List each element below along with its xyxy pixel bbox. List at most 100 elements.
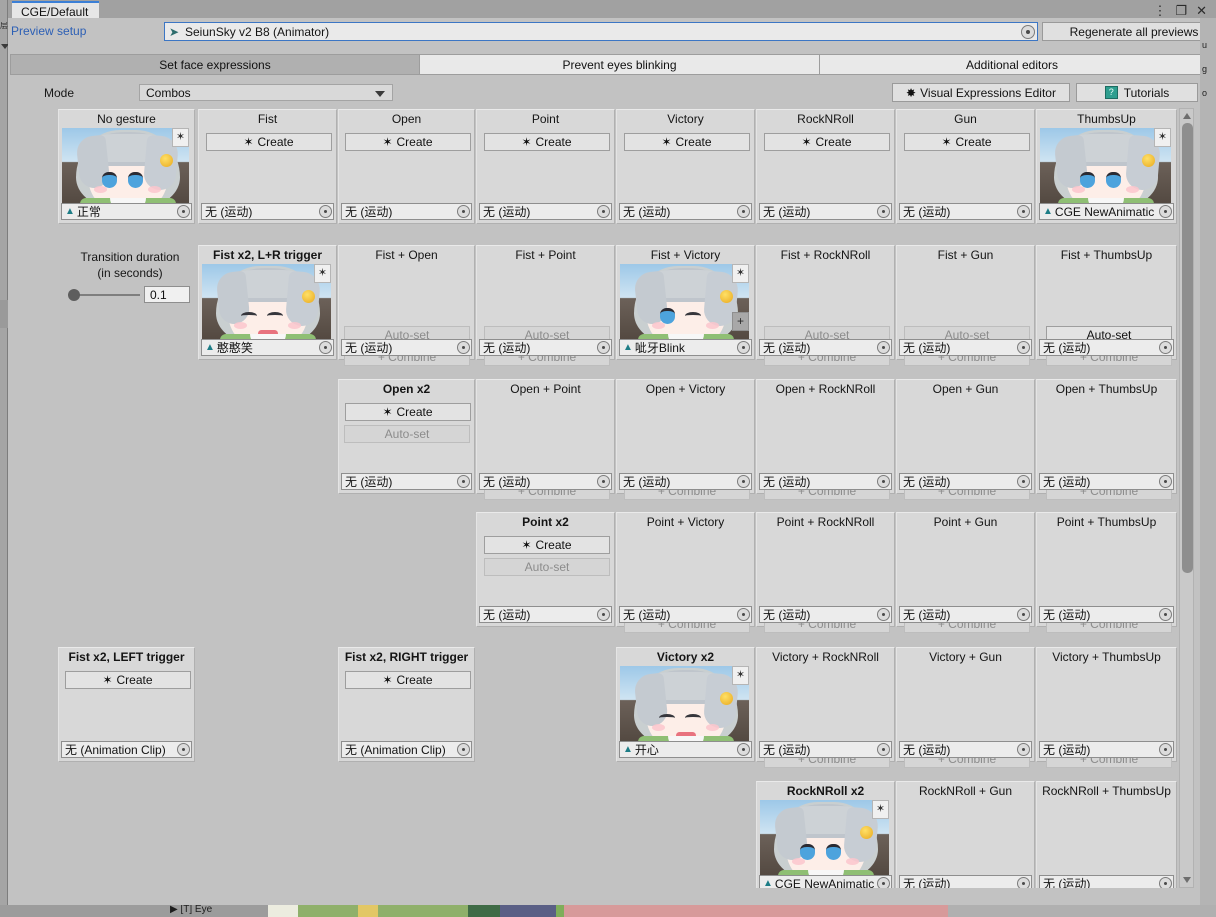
animation-clip-slot[interactable]: 无 (运动) [899, 203, 1032, 220]
object-picker-icon[interactable] [877, 205, 890, 218]
object-picker-icon[interactable] [1159, 341, 1172, 354]
animation-clip-slot[interactable]: 无 (运动) [759, 606, 892, 623]
object-picker-icon[interactable] [1017, 475, 1030, 488]
object-picker-icon[interactable] [737, 341, 750, 354]
window-menu-icon[interactable]: ⋮ [1153, 4, 1166, 17]
object-picker-icon[interactable] [1021, 25, 1035, 39]
create-button[interactable]: ✶Create [345, 133, 471, 151]
animation-clip-slot[interactable]: 无 (运动) [619, 473, 752, 490]
object-picker-icon[interactable] [319, 205, 332, 218]
animation-clip-slot[interactable]: 无 (运动) [479, 203, 612, 220]
animation-clip-slot[interactable]: 无 (运动) [479, 473, 612, 490]
animation-clip-slot[interactable]: 无 (运动) [341, 473, 472, 490]
animation-clip-slot[interactable]: 无 (运动) [619, 203, 752, 220]
animation-clip-slot[interactable]: 无 (运动) [619, 606, 752, 623]
animation-clip-slot[interactable]: 无 (运动) [201, 203, 334, 220]
auto-set-button[interactable]: Auto-set [484, 558, 610, 576]
animation-clip-slot[interactable]: 无 (运动) [1039, 473, 1174, 490]
animation-clip-slot[interactable]: 无 (运动) [759, 339, 892, 356]
crosshair-icon[interactable]: ✶ [872, 800, 889, 819]
object-picker-icon[interactable] [737, 205, 750, 218]
animation-clip-slot[interactable]: 无 (运动) [479, 339, 612, 356]
object-picker-icon[interactable] [177, 205, 190, 218]
create-button[interactable]: ✶Create [764, 133, 890, 151]
tab-set-face-expressions[interactable]: Set face expressions [10, 54, 420, 75]
preview-animator-field[interactable]: ➤ SeiunSky v2 B8 (Animator) [164, 22, 1038, 41]
animation-clip-slot[interactable]: 无 (运动) [1039, 741, 1174, 758]
mode-dropdown[interactable]: Combos [139, 84, 393, 101]
animation-clip-slot[interactable]: ▲CGE NewAnimatic [1039, 203, 1174, 220]
object-picker-icon[interactable] [597, 205, 610, 218]
animation-clip-slot[interactable]: ▲CGE NewAnimatic [759, 875, 892, 888]
scrollbar-thumb[interactable] [1182, 123, 1193, 573]
object-picker-icon[interactable] [1017, 341, 1030, 354]
crosshair-icon[interactable]: ✶ [314, 264, 331, 283]
object-picker-icon[interactable] [457, 475, 470, 488]
scroll-down-icon[interactable] [1183, 877, 1191, 883]
window-maximize-icon[interactable]: ❐ [1175, 4, 1187, 17]
create-button[interactable]: ✶Create [624, 133, 750, 151]
animation-clip-slot[interactable]: ▲开心 [619, 741, 752, 758]
animation-clip-slot[interactable]: 无 (运动) [759, 203, 892, 220]
animation-clip-slot[interactable]: 无 (运动) [341, 339, 472, 356]
object-picker-icon[interactable] [1159, 205, 1172, 218]
object-picker-icon[interactable] [877, 475, 890, 488]
object-picker-icon[interactable] [877, 877, 890, 888]
tab-additional-editors[interactable]: Additional editors [820, 54, 1205, 75]
animation-clip-slot[interactable]: 无 (运动) [899, 473, 1032, 490]
animation-clip-slot[interactable]: 无 (运动) [1039, 875, 1174, 888]
auto-set-button[interactable]: Auto-set [344, 425, 470, 443]
combo-preview-thumbnail[interactable]: ✶ [202, 264, 331, 348]
object-picker-icon[interactable] [1017, 608, 1030, 621]
object-picker-icon[interactable] [737, 475, 750, 488]
object-picker-icon[interactable] [1017, 743, 1030, 756]
grid-vertical-scrollbar[interactable] [1179, 108, 1194, 888]
crosshair-icon[interactable]: ✶ [1154, 128, 1171, 147]
object-picker-icon[interactable] [1159, 743, 1172, 756]
scroll-up-icon[interactable] [1183, 113, 1191, 119]
create-button[interactable]: ✶Create [904, 133, 1030, 151]
create-button[interactable]: ✶Create [484, 133, 610, 151]
combo-preview-thumbnail[interactable]: ✶+ [620, 264, 749, 348]
object-picker-icon[interactable] [1159, 608, 1172, 621]
object-picker-icon[interactable] [877, 341, 890, 354]
create-button[interactable]: ✶Create [345, 671, 471, 689]
transition-duration-slider[interactable] [72, 294, 140, 296]
window-close-icon[interactable]: ✕ [1196, 4, 1207, 17]
create-button[interactable]: ✶Create [65, 671, 191, 689]
object-picker-icon[interactable] [877, 608, 890, 621]
animation-clip-slot[interactable]: 无 (运动) [899, 339, 1032, 356]
combo-preview-thumbnail[interactable]: ✶ [760, 800, 889, 884]
object-picker-icon[interactable] [737, 608, 750, 621]
animation-clip-slot[interactable]: 无 (运动) [479, 606, 612, 623]
transition-duration-input[interactable]: 0.1 [144, 286, 190, 303]
visual-expressions-editor-button[interactable]: ✸ Visual Expressions Editor [892, 83, 1070, 102]
object-picker-icon[interactable] [1017, 877, 1030, 888]
animation-clip-slot[interactable]: 无 (运动) [899, 741, 1032, 758]
animation-clip-slot[interactable]: 无 (运动) [899, 875, 1032, 888]
animation-clip-slot[interactable]: ▲呲牙Blink [619, 339, 752, 356]
animation-clip-slot[interactable]: 无 (运动) [1039, 606, 1174, 623]
animation-clip-slot[interactable]: 无 (运动) [759, 741, 892, 758]
object-picker-icon[interactable] [597, 475, 610, 488]
object-picker-icon[interactable] [457, 341, 470, 354]
object-picker-icon[interactable] [457, 205, 470, 218]
create-button[interactable]: ✶Create [484, 536, 610, 554]
add-icon[interactable]: + [732, 312, 749, 331]
combo-preview-thumbnail[interactable]: ✶ [1040, 128, 1171, 212]
animation-clip-slot[interactable]: 无 (Animation Clip) [61, 741, 192, 758]
tab-prevent-eyes-blinking[interactable]: Prevent eyes blinking [420, 54, 820, 75]
object-picker-icon[interactable] [1159, 475, 1172, 488]
animation-clip-slot[interactable]: 无 (运动) [1039, 339, 1174, 356]
transition-duration-slider-handle[interactable] [68, 289, 80, 301]
object-picker-icon[interactable] [737, 743, 750, 756]
animation-clip-slot[interactable]: 无 (运动) [341, 203, 472, 220]
create-button[interactable]: ✶Create [345, 403, 471, 421]
crosshair-icon[interactable]: ✶ [732, 264, 749, 283]
object-picker-icon[interactable] [597, 608, 610, 621]
object-picker-icon[interactable] [597, 341, 610, 354]
object-picker-icon[interactable] [1017, 205, 1030, 218]
animation-clip-slot[interactable]: ▲正常 [61, 203, 192, 220]
animation-clip-slot[interactable]: ▲憨憨笑 [201, 339, 334, 356]
combo-preview-thumbnail[interactable]: ✶ [620, 666, 749, 750]
